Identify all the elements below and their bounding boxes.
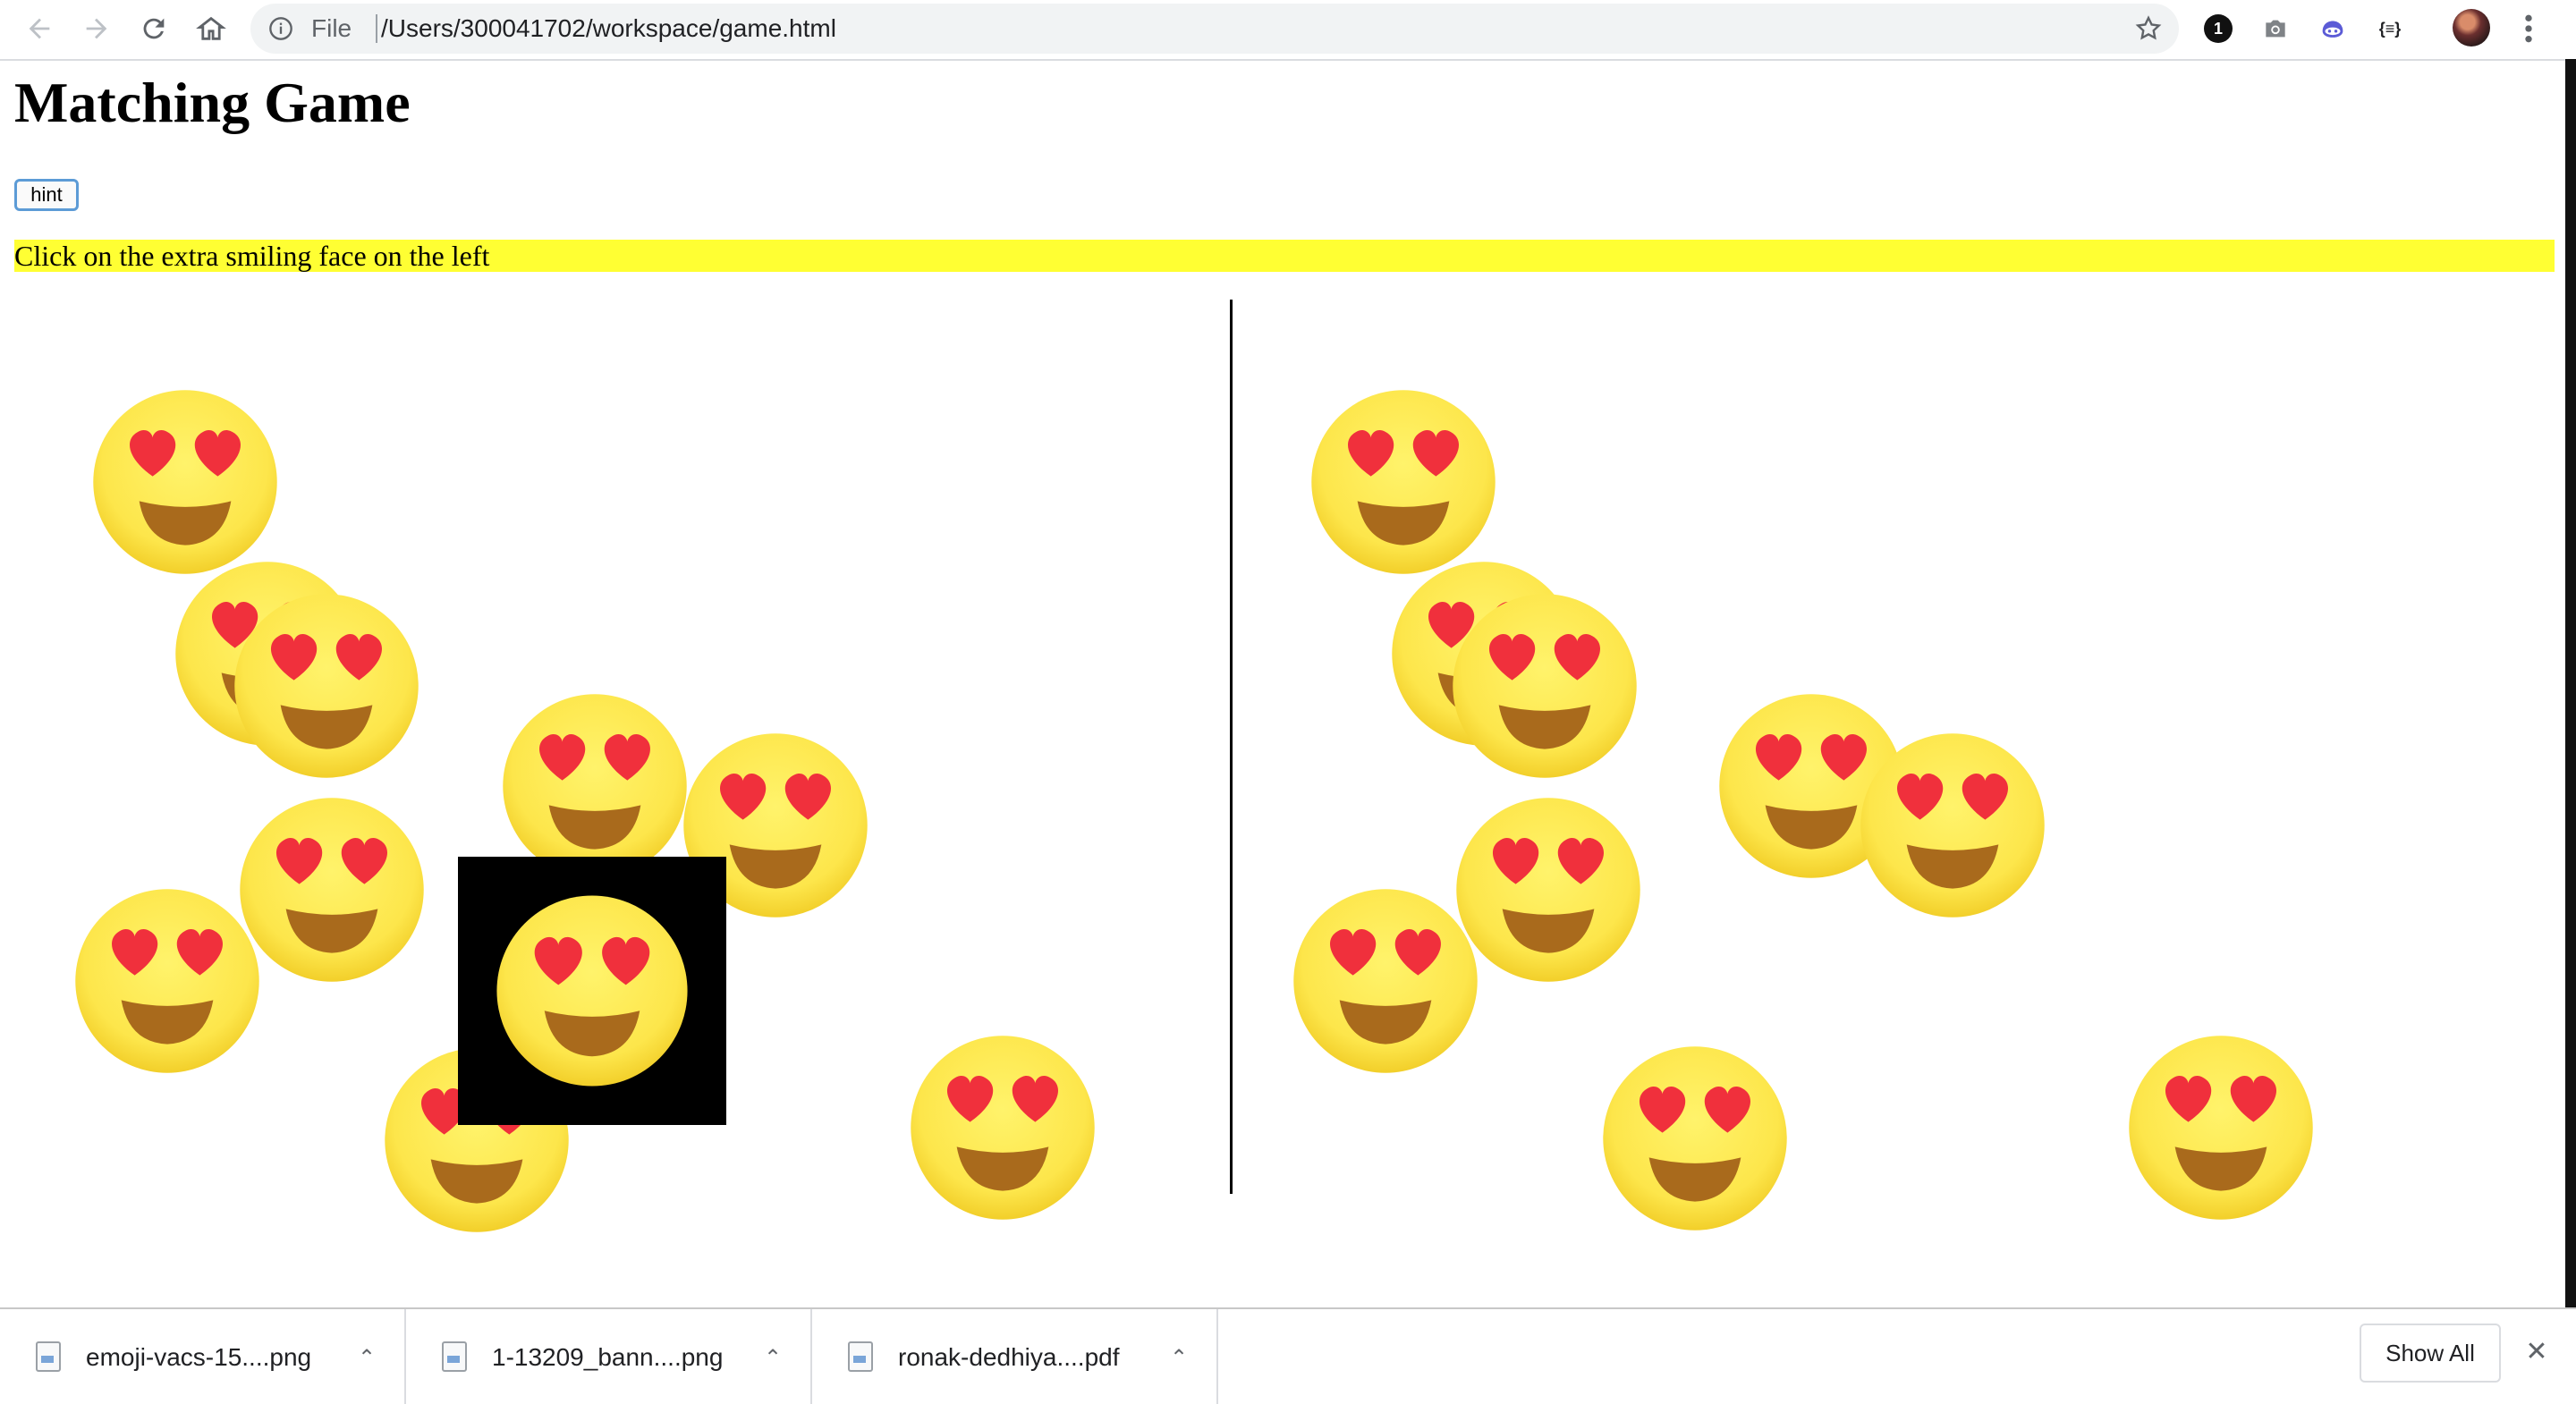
heart-eyes-emoji[interactable] (499, 690, 691, 882)
download-filename: ronak-dedhiya....pdf (898, 1343, 1120, 1371)
profile-avatar[interactable] (2453, 9, 2490, 47)
camera-icon[interactable] (2259, 13, 2292, 45)
url-text[interactable]: /Users/300041702/workspace/game.html (381, 14, 836, 43)
scheme-label: File (311, 14, 352, 42)
heart-eyes-emoji (1449, 590, 1640, 782)
info-icon[interactable] (268, 16, 293, 41)
heart-eyes-emoji[interactable] (231, 590, 422, 782)
reload-icon (143, 18, 165, 39)
download-item[interactable]: ronak-dedhiya....pdf ⌃ (812, 1309, 1218, 1404)
browser-toolbar: File /Users/300041702/workspace/game.htm… (0, 0, 2576, 61)
png-file-icon (442, 1341, 467, 1372)
home-icon (196, 16, 226, 40)
chevron-up-icon[interactable]: ⌃ (1166, 1345, 1191, 1370)
omnibox-separator (376, 14, 377, 43)
bookmark-star-icon[interactable] (2134, 14, 2163, 43)
onepassword-icon[interactable]: 1 (2202, 13, 2234, 45)
extra-face-highlight[interactable] (458, 857, 726, 1125)
instruction-banner: Click on the extra smiling face on the l… (14, 240, 2555, 272)
page-title: Matching Game (14, 71, 411, 134)
kebab-menu-icon[interactable] (2515, 11, 2542, 47)
heart-eyes-emoji[interactable] (236, 794, 428, 985)
png-file-icon (36, 1341, 61, 1372)
forward-button[interactable] (75, 7, 118, 50)
heart-eyes-emoji[interactable] (680, 730, 871, 921)
show-all-button[interactable]: Show All (2360, 1324, 2501, 1383)
hint-button[interactable]: hint (14, 179, 79, 211)
heart-eyes-emoji (1453, 794, 1644, 985)
heart-eyes-emoji[interactable] (72, 885, 263, 1077)
download-bar: emoji-vacs-15....png ⌃ 1-13209_bann....p… (0, 1307, 2576, 1404)
heart-eyes-emoji[interactable] (907, 1032, 1098, 1223)
heart-eyes-emoji (1599, 1043, 1791, 1234)
address-bar[interactable]: File /Users/300041702/workspace/game.htm… (250, 4, 2179, 54)
forward-arrow-icon (86, 18, 107, 39)
heart-eyes-emoji (2125, 1032, 2317, 1223)
back-arrow-icon (29, 18, 50, 39)
close-icon[interactable]: ✕ (2521, 1336, 2553, 1368)
heart-eyes-emoji[interactable] (89, 386, 281, 578)
download-item[interactable]: emoji-vacs-15....png ⌃ (0, 1309, 406, 1404)
pdf-file-icon (848, 1341, 873, 1372)
download-filename: 1-13209_bann....png (492, 1343, 724, 1371)
json-formatter-icon[interactable]: {≡} (2374, 13, 2406, 45)
chevron-up-icon[interactable]: ⌃ (760, 1345, 785, 1370)
panel-divider (1230, 300, 1233, 1194)
reload-button[interactable] (132, 7, 175, 50)
window-edge (2565, 59, 2576, 1307)
heart-eyes-emoji (1308, 386, 1499, 578)
heart-eyes-emoji (1857, 730, 2048, 921)
download-item[interactable]: 1-13209_bann....png ⌃ (406, 1309, 812, 1404)
download-filename: emoji-vacs-15....png (86, 1343, 312, 1371)
extension-badge: 1 (2204, 14, 2233, 43)
chevron-up-icon[interactable]: ⌃ (354, 1345, 379, 1370)
home-button[interactable] (190, 7, 233, 50)
ghost-icon[interactable] (2317, 13, 2349, 45)
back-button[interactable] (18, 7, 61, 50)
heart-eyes-emoji (1290, 885, 1481, 1077)
heart-eyes-emoji[interactable] (493, 892, 691, 1090)
